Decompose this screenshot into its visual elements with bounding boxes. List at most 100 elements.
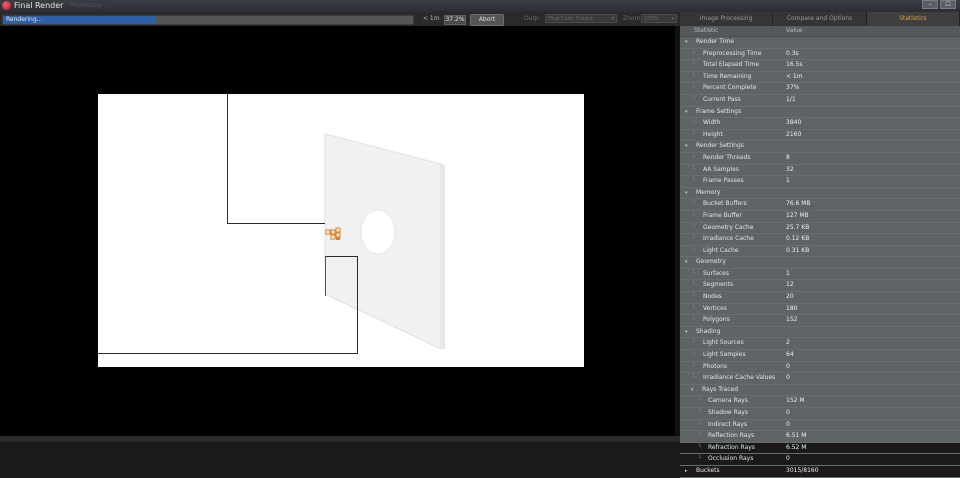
tab-statistics[interactable]: Statistics — [866, 12, 960, 26]
stat-value: 0 — [786, 362, 790, 370]
stat-label: Preprocessing Time — [703, 49, 762, 57]
stats-group-row[interactable]: ▾ Render Time — [680, 37, 960, 49]
tree-connector: └ — [698, 420, 702, 428]
stat-value: 2160 — [786, 130, 802, 138]
stats-group-row[interactable]: ▸ Buckets 3015/8160 — [680, 466, 960, 478]
tree-connector: └ — [698, 397, 702, 405]
stat-label: Frame Passes — [703, 177, 744, 185]
progress-label: Rendering... — [6, 16, 43, 23]
table-row: └ Nodes 20 — [680, 292, 960, 304]
stat-label: Rays Traced — [702, 385, 739, 393]
tree-connector: └ — [698, 443, 702, 451]
stat-label: Frame Buffer — [703, 211, 742, 219]
chevron-down-icon[interactable]: ▾ — [685, 141, 688, 152]
stat-label: Segments — [703, 281, 734, 289]
stats-group-row[interactable]: ▾ Memory — [680, 188, 960, 200]
stat-value: 20 — [786, 293, 794, 301]
table-row: └ Height 2160 — [680, 130, 960, 142]
chevron-down-icon[interactable]: ▾ — [685, 107, 688, 118]
stat-value: 3015/8160 — [786, 466, 819, 474]
stat-value: 6.51 M — [786, 432, 807, 440]
output-select-value: Final Color Output — [548, 16, 594, 22]
stat-label: Current Pass — [703, 95, 741, 103]
table-row: └ Light Cache 0.31 KB — [680, 246, 960, 258]
status-bar — [0, 436, 680, 442]
stat-value: 16.5s — [786, 61, 803, 69]
stat-label: Occlusion Rays — [708, 455, 754, 463]
stat-value: 152 M — [786, 397, 805, 405]
stat-value: < 1m — [786, 72, 803, 80]
stat-label: Shadow Rays — [708, 409, 748, 416]
abort-button[interactable]: Abort — [470, 14, 504, 26]
tree-connector: └ — [692, 235, 696, 243]
stat-value: 6.52 M — [786, 443, 807, 451]
table-row: └ Frame Passes 1 — [680, 176, 960, 188]
stat-value: 180 — [786, 304, 798, 312]
chevron-down-icon[interactable]: ▾ — [685, 327, 688, 338]
stat-label: Surfaces — [703, 269, 729, 277]
stat-label: Buckets — [696, 466, 720, 474]
tree-connector: └ — [692, 374, 696, 382]
chevron-down-icon[interactable]: ▾ — [691, 385, 694, 396]
stats-group-row[interactable]: ▾ Geometry — [680, 257, 960, 269]
tree-connector: └ — [692, 293, 696, 301]
table-row: └ Irradiance Cache Values 0 — [680, 373, 960, 385]
active-bucket-icons — [325, 227, 341, 240]
tree-connector: └ — [692, 246, 696, 254]
stat-label: Percent Complete — [703, 84, 757, 92]
stat-value: 1 — [786, 269, 790, 277]
tree-connector: └ — [692, 304, 696, 312]
stat-value: 25.7 KB — [786, 223, 810, 231]
tree-connector: └ — [692, 84, 696, 92]
minimize-icon[interactable]: – — [922, 0, 938, 9]
table-row: └ Render Threads 8 — [680, 153, 960, 165]
stat-label: Render Threads — [703, 153, 751, 161]
stats-group-row[interactable]: ▾ Frame Settings — [680, 107, 960, 119]
stat-value: 3840 — [786, 119, 802, 127]
stat-label: Light Sources — [703, 339, 744, 347]
stats-group-row[interactable]: ▾ Render Settings — [680, 141, 960, 153]
stat-label: Frame Settings — [696, 107, 742, 115]
tree-connector: └ — [692, 130, 696, 138]
tree-connector: └ — [692, 72, 696, 80]
table-row: └ Light Sources 2 — [680, 338, 960, 351]
bucket-outline — [325, 256, 326, 296]
table-row: └ Percent Complete 37% — [680, 83, 960, 95]
table-row: └ Refraction Rays 6.52 M — [680, 443, 960, 455]
chevron-right-icon[interactable]: ▸ — [685, 466, 688, 477]
stat-label: Total Elapsed Time — [703, 61, 760, 69]
table-row: └ AA Samples 32 — [680, 165, 960, 177]
stat-label: Irradiance Cache Values — [703, 374, 776, 382]
header-value: Value — [786, 27, 803, 34]
tree-connector: └ — [692, 351, 696, 359]
stat-value: 0.12 KB — [786, 235, 810, 243]
table-row: └ Surfaces 1 — [680, 269, 960, 281]
stat-label: Light Samples — [703, 351, 746, 359]
tree-connector: └ — [692, 281, 696, 289]
zoom-select[interactable]: 100% ▾ — [641, 14, 677, 23]
output-select[interactable]: Final Color Output ▾ — [545, 14, 617, 23]
maximize-icon[interactable]: ☐ — [940, 0, 956, 9]
chevron-down-icon[interactable]: ▾ — [685, 257, 688, 268]
table-row: └ Current Pass 1/1 — [680, 95, 960, 107]
chevron-down-icon[interactable]: ▾ — [685, 188, 688, 199]
stat-label: Memory — [696, 188, 721, 196]
tab-image-processing[interactable]: Image Processing — [680, 12, 774, 26]
stat-value: 8 — [786, 153, 790, 161]
bucket-outline — [357, 256, 358, 354]
tree-connector: └ — [692, 165, 696, 173]
tree-connector: └ — [692, 49, 696, 57]
zoom-select-value: 100% — [644, 16, 659, 22]
stats-group-row[interactable]: ▾ Rays Traced — [680, 385, 960, 397]
stat-label: Width — [703, 119, 721, 127]
tree-connector: └ — [692, 153, 696, 161]
stat-label: Light Cache — [703, 246, 739, 254]
table-row: └ Frame Buffer 127 MB — [680, 211, 960, 223]
render-viewport[interactable] — [0, 26, 680, 436]
tree-connector: └ — [692, 95, 696, 103]
chevron-down-icon[interactable]: ▾ — [685, 37, 688, 48]
stat-value: 64 — [786, 351, 794, 359]
stats-group-row[interactable]: ▾ Shading — [680, 327, 960, 339]
tab-compare-and-options[interactable]: Compare and Options — [773, 12, 867, 26]
title-bar: Final Render Photoshop ... – ☐ — [0, 0, 960, 12]
